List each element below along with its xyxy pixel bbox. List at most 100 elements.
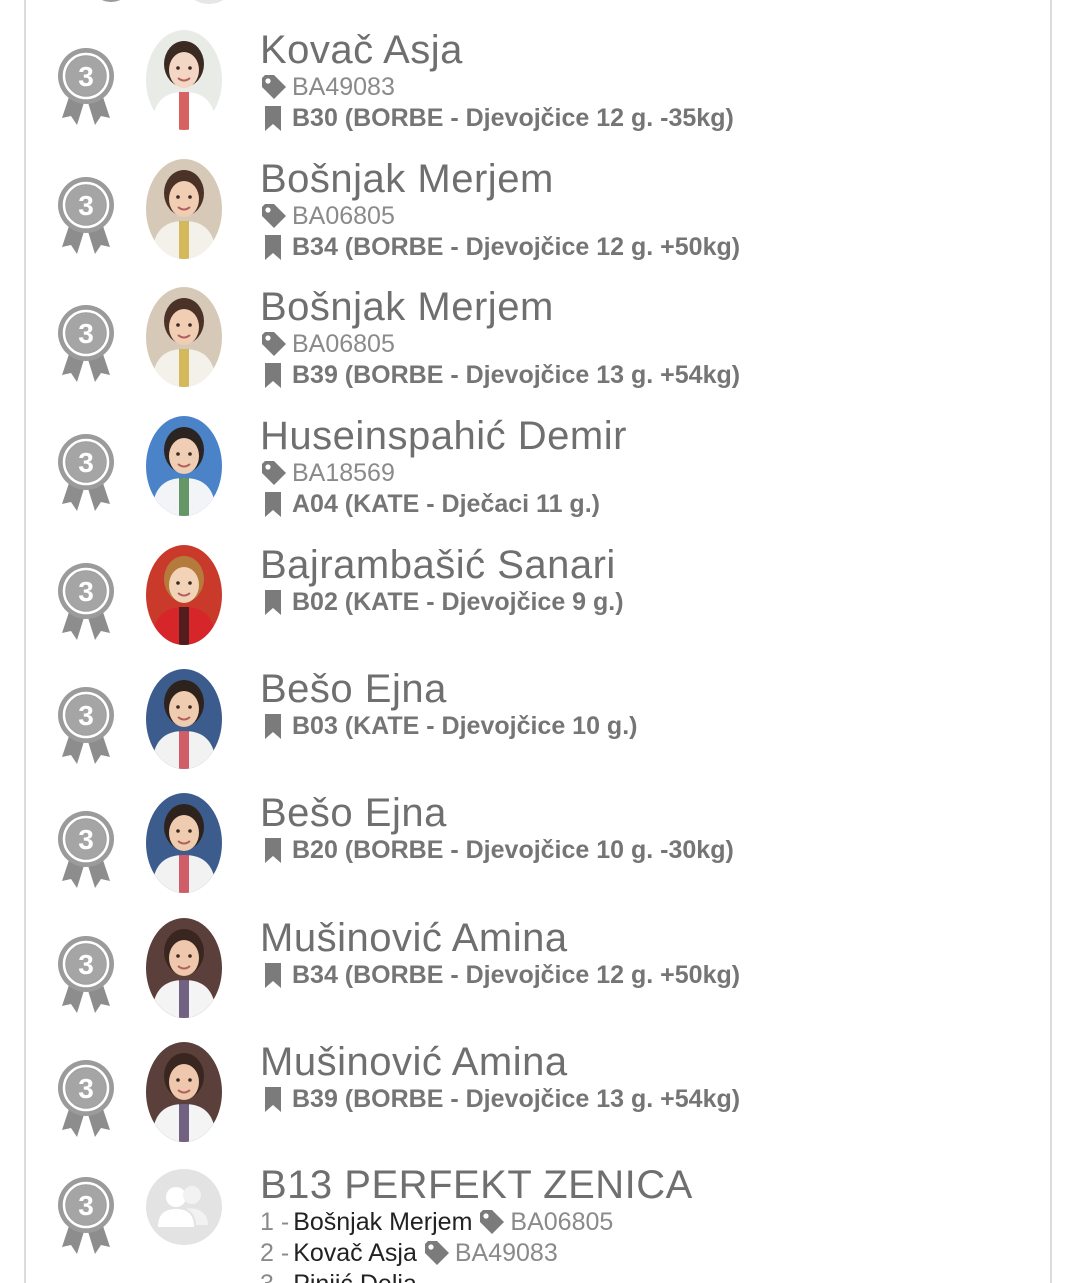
member-name: Pinjić Delia — [293, 1270, 417, 1283]
tag-icon — [478, 1209, 506, 1236]
member-index: 2 - — [260, 1239, 290, 1267]
list-item[interactable]: 3 Bešo Ejna B03 (KATE - Djevojčice 10 g.) — [26, 667, 1050, 787]
team-member: 2 - Kovač Asja BA49083 — [260, 1238, 693, 1269]
license-line: BA18569 — [260, 458, 627, 489]
team-member: 3 - Pinjić Delia — [260, 1269, 693, 1283]
bookmark-icon — [260, 1086, 288, 1113]
group-icon — [146, 1169, 222, 1245]
athlete-name: Bešo Ejna — [260, 791, 447, 835]
athlete-name: Bošnjak Merjem — [260, 157, 554, 201]
tag-icon — [260, 460, 288, 487]
medal-icon: 3 — [56, 1177, 116, 1255]
tag-icon — [260, 74, 288, 101]
medal-number: 3 — [78, 576, 94, 607]
athlete-name: Huseinspahić Demir — [260, 414, 627, 458]
medal-number: 3 — [78, 318, 94, 349]
medal-icon: 3 — [56, 811, 116, 889]
tag-icon — [423, 1240, 451, 1267]
category-line: B39 (BORBE - Djevojčice 13 g. +54kg) — [260, 360, 740, 391]
medal-number: 3 — [78, 61, 94, 92]
medal-number: 3 — [78, 190, 94, 221]
bookmark-icon — [260, 837, 288, 864]
license-code: BA06805 — [292, 202, 395, 230]
medal-number: 3 — [78, 949, 94, 980]
category-label: B30 (BORBE - Djevojčice 12 g. -35kg) — [292, 104, 734, 132]
team-member: 1 - Bošnjak Merjem BA06805 — [260, 1207, 693, 1238]
entry-info: Mušinović Amina B39 (BORBE - Djevojčice 1… — [260, 1040, 740, 1115]
bookmark-icon — [260, 362, 288, 389]
athlete-name: Bošnjak Merjem — [260, 285, 554, 329]
bookmark-icon — [260, 105, 288, 132]
avatar — [146, 159, 222, 259]
list-item[interactable]: 3 Huseinspahić Demir BA18569 A04 (KATE - D… — [26, 414, 1050, 534]
entry-info: Kovač Asja BA49083 B30 (BORBE - Djevojčice… — [260, 28, 734, 134]
team-list-item[interactable]: 3 B13 PERFEKT ZENICA 1 - Bošnjak Merjem BA0… — [26, 1163, 1050, 1283]
results-panel: 3 Kovač Asja BA49083 B30 (BORBE - Djevojči… — [24, 0, 1052, 1283]
athlete-name: Mušinović Amina — [260, 916, 568, 960]
medal-icon: 3 — [56, 48, 116, 126]
athlete-name: Bešo Ejna — [260, 667, 447, 711]
avatar — [146, 918, 222, 1018]
bookmark-icon — [260, 962, 288, 989]
license-code: BA49083 — [292, 73, 395, 101]
category-line: B02 (KATE - Djevojčice 9 g.) — [260, 587, 624, 618]
entry-info: Bošnjak Merjem BA06805 B39 (BORBE - Djevoj… — [260, 285, 740, 391]
bookmark-icon — [260, 234, 288, 261]
medal-icon: 3 — [56, 434, 116, 512]
list-item[interactable]: 3 Kovač Asja BA49083 B30 (BORBE - Djevojči… — [26, 28, 1050, 148]
entry-info: Huseinspahić Demir BA18569 A04 (KATE - Dje… — [260, 414, 627, 520]
medal-number: 3 — [78, 1073, 94, 1104]
medal-icon: 3 — [56, 1060, 116, 1138]
list-item[interactable]: 3 Bajrambašić Sanari B02 (KATE - Djevojči… — [26, 543, 1050, 663]
athlete-name: Kovač Asja — [260, 28, 463, 72]
entry-info: Bošnjak Merjem BA06805 B34 (BORBE - Djevoj… — [260, 157, 740, 263]
athlete-name: Bajrambašić Sanari — [260, 543, 616, 587]
avatar — [146, 30, 222, 130]
tag-icon — [260, 203, 288, 230]
avatar — [146, 1042, 222, 1142]
medal-icon: 3 — [56, 177, 116, 255]
category-label: B39 (BORBE - Djevojčice 13 g. +54kg) — [292, 361, 741, 389]
avatar — [146, 416, 222, 516]
medal-icon — [101, 0, 121, 2]
bookmark-icon — [260, 491, 288, 518]
member-name: Kovač Asja — [293, 1239, 417, 1267]
medal-number: 3 — [78, 1190, 94, 1221]
entry-info: Bešo Ejna B20 (BORBE - Djevojčice 10 g. -… — [260, 791, 734, 866]
list-item[interactable]: 3 Mušinović Amina B34 (BORBE - Djevojčice… — [26, 916, 1050, 1036]
list-item[interactable]: 3 Bešo Ejna B20 (BORBE - Djevojčice 10 g.… — [26, 791, 1050, 911]
category-label: B20 (BORBE - Djevojčice 10 g. -30kg) — [292, 836, 734, 864]
license-code: BA18569 — [292, 459, 395, 487]
medal-number: 3 — [78, 700, 94, 731]
license-line: BA06805 — [260, 329, 740, 360]
category-label: B03 (KATE - Djevojčice 10 g.) — [292, 712, 638, 740]
medal-icon: 3 — [56, 936, 116, 1014]
member-index: 1 - — [260, 1208, 290, 1236]
category-label: A04 (KATE - Dječaci 11 g.) — [292, 490, 600, 518]
list-item[interactable]: 3 Mušinović Amina B39 (BORBE - Djevojčice… — [26, 1040, 1050, 1160]
list-item[interactable]: 3 Bošnjak Merjem BA06805 B34 (BORBE - Djev… — [26, 157, 1050, 277]
tag-icon — [260, 331, 288, 358]
category-label: B34 (BORBE - Djevojčice 12 g. +50kg) — [292, 961, 741, 989]
entry-info: Mušinović Amina B34 (BORBE - Djevojčice 1… — [260, 916, 740, 991]
bookmark-icon — [260, 713, 288, 740]
license-line: BA49083 — [260, 72, 734, 103]
member-name: Bošnjak Merjem — [293, 1208, 473, 1236]
list-item[interactable]: 3 Bošnjak Merjem BA06805 B39 (BORBE - Djev… — [26, 285, 1050, 405]
category-label: B02 (KATE - Djevojčice 9 g.) — [292, 588, 624, 616]
category-line: B20 (BORBE - Djevojčice 10 g. -30kg) — [260, 835, 734, 866]
category-label: B39 (BORBE - Djevojčice 13 g. +54kg) — [292, 1085, 741, 1113]
member-index: 3 - — [260, 1270, 289, 1283]
avatar — [146, 669, 222, 769]
team-info: B13 PERFEKT ZENICA 1 - Bošnjak Merjem BA068… — [260, 1163, 693, 1283]
category-line: B34 (BORBE - Djevojčice 12 g. +50kg) — [260, 960, 740, 991]
medal-icon: 3 — [56, 563, 116, 641]
medal-icon: 3 — [56, 305, 116, 383]
medal-number: 3 — [78, 824, 94, 855]
athlete-name: Mušinović Amina — [260, 1040, 568, 1084]
medal-icon: 3 — [56, 687, 116, 765]
avatar — [184, 0, 234, 4]
medal-number: 3 — [78, 447, 94, 478]
avatar — [146, 793, 222, 893]
partial-previous-row — [26, 0, 1050, 10]
